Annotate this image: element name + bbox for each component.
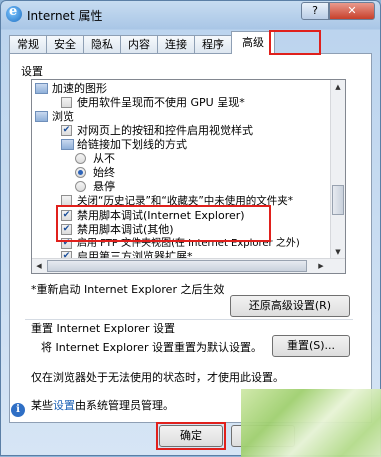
restore-advanced-settings-button[interactable]: 还原高级设置(R) xyxy=(230,295,350,317)
settings-link[interactable]: 设置 xyxy=(53,399,75,412)
ok-button-highlight xyxy=(156,422,226,450)
reset-info: 仅在浏览器处于无法使用的状态时，才使用此设置。 xyxy=(31,371,284,384)
vertical-scrollbar[interactable]: ▲ ▼ xyxy=(330,80,345,259)
horizontal-scrollbar[interactable]: ◀ ▶ xyxy=(32,258,345,273)
radio[interactable] xyxy=(75,153,86,164)
settings-list[interactable]: 加速的图形 使用软件呈现而不使用 GPU 呈现* 浏览 ✔ 对网页上的按钮和控件… xyxy=(31,79,346,274)
info-icon: i xyxy=(11,403,25,417)
blurred-watermark xyxy=(241,389,381,457)
restart-note: *重新启动 Internet Explorer 之后生效 xyxy=(31,283,225,296)
checkbox[interactable] xyxy=(61,97,72,108)
scroll-right-icon[interactable]: ▶ xyxy=(314,259,328,273)
tab-content[interactable]: 内容 xyxy=(120,35,158,53)
close-button[interactable]: ✕ xyxy=(329,2,375,20)
scroll-down-icon[interactable]: ▼ xyxy=(331,245,345,259)
help-button[interactable]: ? xyxy=(301,2,329,20)
folder-icon xyxy=(61,139,74,150)
tab-privacy[interactable]: 隐私 xyxy=(83,35,121,53)
reset-description: 将 Internet Explorer 设置重置为默认设置。 xyxy=(41,341,262,354)
internet-explorer-icon xyxy=(6,4,22,22)
folder-icon xyxy=(35,83,48,94)
radio-selected[interactable] xyxy=(75,167,86,178)
reset-button[interactable]: 重置(S)... xyxy=(272,335,350,357)
tab-connections[interactable]: 连接 xyxy=(157,35,195,53)
tab-general[interactable]: 常规 xyxy=(9,35,47,53)
tab-advanced-highlight xyxy=(269,30,321,55)
checkbox-checked[interactable]: ✔ xyxy=(61,125,72,136)
internet-options-window: Internet 属性 ? ✕ 常规 安全 隐私 内容 连接 程序 高级 设置 … xyxy=(0,0,381,457)
tab-security[interactable]: 安全 xyxy=(46,35,84,53)
scroll-left-icon[interactable]: ◀ xyxy=(32,259,46,273)
script-debug-highlight xyxy=(56,205,271,242)
tab-programs[interactable]: 程序 xyxy=(194,35,232,53)
vertical-scroll-thumb[interactable] xyxy=(332,185,344,215)
settings-group-label: 设置 xyxy=(21,63,43,79)
title-bar[interactable]: Internet 属性 ? ✕ xyxy=(1,1,380,27)
folder-icon xyxy=(35,111,48,122)
radio[interactable] xyxy=(75,181,86,192)
scroll-up-icon[interactable]: ▲ xyxy=(331,80,345,94)
reset-section-label: 重置 Internet Explorer 设置 xyxy=(31,322,175,335)
horizontal-scroll-thumb[interactable] xyxy=(47,260,307,272)
admin-managed-notice: 某些设置由系统管理员管理。 xyxy=(31,399,174,412)
window-title: Internet 属性 xyxy=(27,9,103,23)
